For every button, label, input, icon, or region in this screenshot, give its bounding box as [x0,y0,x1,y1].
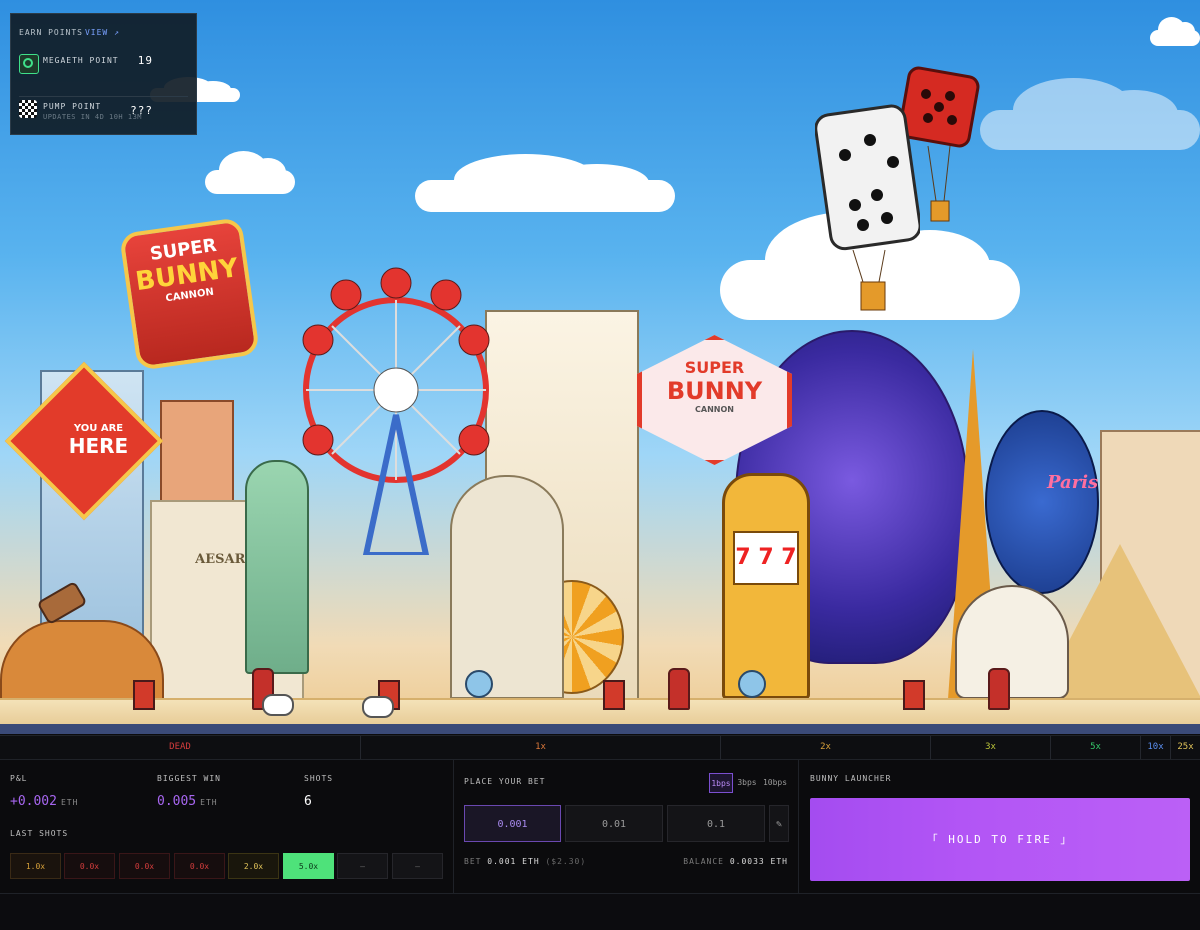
tnt-obstacle [603,680,625,710]
biggest-win-value: 0.005 ETH [157,794,218,809]
sign-line: HERE [68,434,129,459]
earn-points-panel: EARN POINTS VIEW ↗ MEGAETH POINT 19 PUMP … [10,13,197,135]
stats-panel: P&L +0.002 ETH BIGGEST WIN 0.005 ETH SHOTS… [0,759,454,893]
view-link[interactable]: VIEW ↗ [85,28,120,37]
slot-reels: 7 7 7 [733,531,799,585]
bet-value: 0.001 ETH [487,857,540,866]
multiplier-zone-3x: 3x [931,736,1051,759]
bet-amount-option[interactable]: 0.1 [667,805,765,842]
cloud [415,154,675,212]
tnt-obstacle [903,680,925,710]
last-shot: 0.0x [64,853,115,879]
sphinx-bunny [955,585,1069,699]
multiplier-bar: DEAD 1x 2x 3x 5x 10x 25x [0,735,1200,760]
bet-panel: PLACE YOUR BET 1bps 3bps 10bps 0.001 0.0… [454,759,799,893]
multiplier-zone-1x: 1x [361,736,721,759]
control-area: P&L +0.002 ETH BIGGEST WIN 0.005 ETH SHOTS… [0,759,1200,893]
spring-obstacle [988,668,1010,710]
edit-bet-button[interactable]: ✎ [769,805,789,842]
biggest-win-unit: ETH [200,798,218,807]
last-shot: 0.0x [119,853,170,879]
pnl-unit: ETH [60,798,79,807]
multiplier-zone-5x: 5x [1051,736,1141,759]
points-name: PUMP POINT [43,102,102,111]
balance-value: 0.0033 ETH [729,857,788,866]
multiplier-zone-10x: 10x [1141,736,1171,759]
balance-summary: BALANCE 0.0033 ETH [683,857,788,866]
pnl-label: P&L [10,774,28,783]
fan-obstacle [465,670,493,698]
sign-line: BUNNY [666,377,763,405]
pencil-icon: ✎ [775,819,783,830]
earn-points-title: EARN POINTS [19,28,83,37]
footer-strip [0,893,1200,930]
multiplier-zone-2x: 2x [721,736,931,759]
biggest-win-amount: 0.005 [157,794,197,809]
points-row-megaeth: MEGAETH POINT 19 [19,50,191,76]
multiplier-zone-dead: DEAD [0,736,361,759]
points-row-pump: PUMP POINT UPDATES IN 4D 10H 13M ??? [19,96,191,122]
bet-usd: ($2.30) [545,857,587,866]
dice-balloon-white [815,104,920,311]
bet-amount-option[interactable]: 0.01 [565,805,663,842]
super-bunny-cannon-sign-left: SUPER BUNNY CANNON [118,217,261,371]
pnl-amount: +0.002 [10,794,57,809]
speed-option-3bps[interactable]: 3bps [735,773,759,793]
last-shot: – [337,853,388,879]
ground-edge [0,724,1200,734]
shots-value: 6 [304,794,312,809]
last-shot: 5.0x [283,853,334,879]
last-shots-label: LAST SHOTS [10,829,69,838]
multiplier-zone-25x: 25x [1177,742,1194,752]
bet-amount-option[interactable]: 0.001 [464,805,561,842]
points-value: ??? [130,104,153,117]
sign-line: SUPER [684,358,745,377]
sign-line: YOU ARE [73,423,124,435]
biggest-win-label: BIGGEST WIN [157,774,221,783]
cloud [205,150,295,194]
hold-to-fire-button[interactable]: 「 HOLD TO FIRE 」 [810,798,1190,881]
paris-sign: Paris [1047,472,1099,493]
balance-label: BALANCE [683,857,724,866]
launcher-title: BUNNY LAUNCHER [810,774,892,783]
bet-label: BET [464,857,482,866]
speed-option-10bps[interactable]: 10bps [761,773,789,793]
last-shot: 0.0x [174,853,225,879]
slot-machine: 7 7 7 [722,473,810,699]
bunny-landed [362,696,394,718]
dome-building [450,475,564,699]
cloud [1150,17,1200,46]
last-shot: 1.0x [10,853,61,879]
points-name: MEGAETH POINT [43,56,119,65]
paris-balloon: Paris [985,410,1099,594]
shots-label: SHOTS [304,774,334,783]
megaeth-logo-icon [19,54,39,74]
points-update-timer: UPDATES IN 4D 10H 13M [43,113,143,121]
pump-logo-icon [19,100,37,118]
statue-of-liberty [245,460,309,674]
cloud [980,78,1200,150]
bunny-landed [262,694,294,716]
pnl-value: +0.002 ETH [10,794,78,809]
last-shot: – [392,853,443,879]
bet-title: PLACE YOUR BET [464,777,546,786]
bet-summary: BET 0.001 ETH ($2.30) [464,857,586,866]
tnt-obstacle [133,680,155,710]
fan-obstacle [738,670,766,698]
sign-line: CANNON [695,405,734,414]
last-shot: 2.0x [228,853,279,879]
spring-obstacle [668,668,690,710]
points-value: 19 [137,54,153,67]
speed-option-1bps[interactable]: 1bps [709,773,733,793]
